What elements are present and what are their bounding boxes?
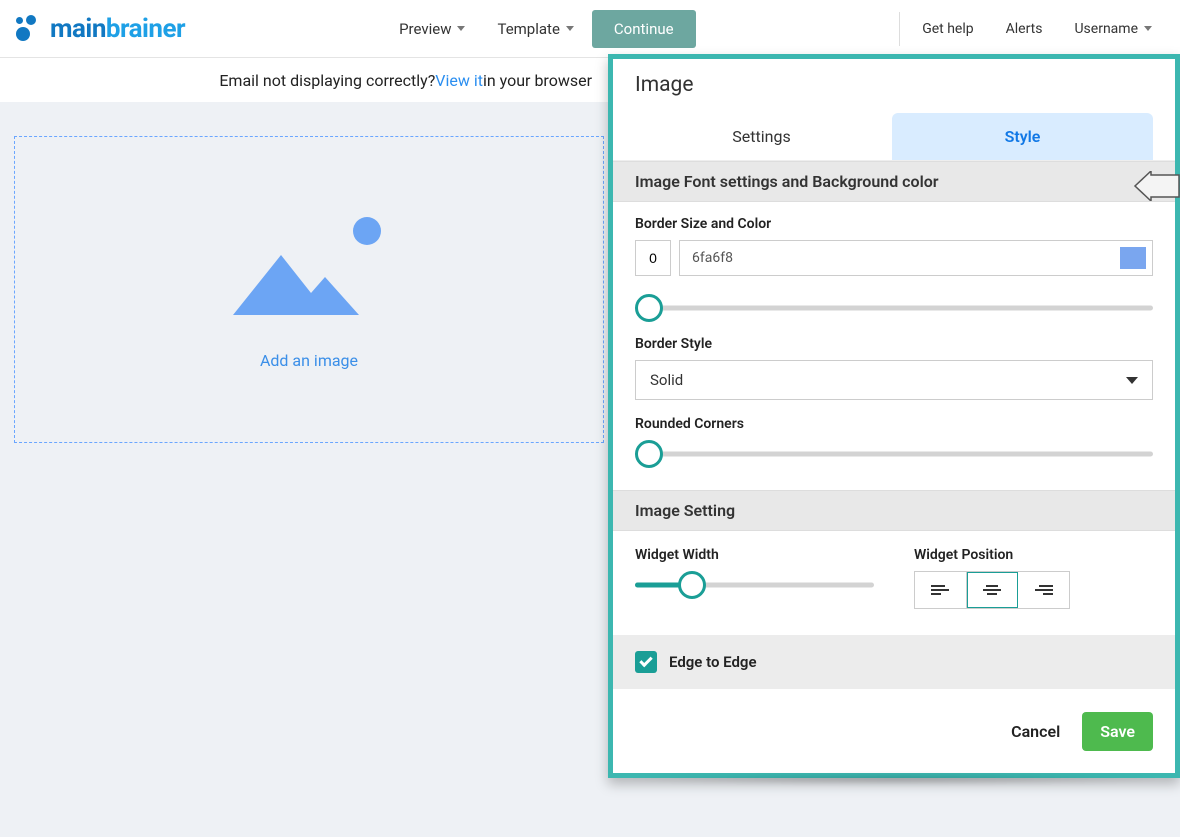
- tab-settings[interactable]: Settings: [631, 113, 892, 160]
- nav-preview-label: Preview: [399, 20, 451, 38]
- color-swatch: [1120, 247, 1146, 269]
- nav-help[interactable]: Get help: [906, 13, 989, 45]
- nav-template-label: Template: [497, 20, 559, 38]
- check-icon: [639, 654, 652, 667]
- border-color-hex: 6fa6f8: [692, 250, 733, 266]
- continue-label: Continue: [614, 20, 674, 38]
- nav-alerts-label: Alerts: [1006, 21, 1043, 37]
- border-size-color-label: Border Size and Color: [635, 216, 1153, 232]
- callout-arrow-icon: [1133, 171, 1180, 201]
- panel-footer: Cancel Save: [613, 690, 1175, 773]
- save-button[interactable]: Save: [1082, 712, 1153, 751]
- edge-to-edge-row: Edge to Edge: [613, 635, 1175, 689]
- caret-icon: [1144, 26, 1152, 31]
- chevron-down-icon: [1126, 377, 1138, 384]
- align-right-icon: [1035, 585, 1053, 595]
- add-image-label: Add an image: [260, 351, 358, 370]
- image-placeholder-icon: [229, 209, 389, 319]
- section-image-setting-header: Image Setting: [613, 490, 1175, 531]
- nav-username[interactable]: Username: [1058, 13, 1168, 45]
- border-size-slider[interactable]: [635, 294, 1153, 322]
- slider-thumb[interactable]: [678, 571, 706, 599]
- continue-button[interactable]: Continue: [592, 10, 696, 48]
- widget-width-label: Widget Width: [635, 547, 874, 563]
- cancel-button[interactable]: Cancel: [1011, 722, 1060, 741]
- border-color-input[interactable]: 6fa6f8: [679, 240, 1153, 276]
- border-size-color-row: 6fa6f8: [635, 240, 1153, 276]
- view-it-link[interactable]: View it: [435, 71, 483, 90]
- nav-template[interactable]: Template: [483, 12, 587, 46]
- border-style-value: Solid: [650, 371, 683, 389]
- nav-alerts[interactable]: Alerts: [990, 13, 1059, 45]
- section-font-bg-header: Image Font settings and Background color: [613, 161, 1175, 202]
- border-style-label: Border Style: [635, 336, 1153, 352]
- nav-preview[interactable]: Preview: [385, 12, 479, 46]
- caret-icon: [566, 26, 574, 31]
- slider-thumb[interactable]: [635, 440, 663, 468]
- slider-thumb[interactable]: [635, 294, 663, 322]
- caret-icon: [457, 26, 465, 31]
- top-bar: mainbrainer Preview Template Continue Ge…: [0, 0, 1180, 58]
- panel-tabs: Settings Style: [613, 105, 1175, 161]
- tab-style[interactable]: Style: [892, 113, 1153, 160]
- section-font-bg-body: Border Size and Color 6fa6f8 Border Styl…: [613, 202, 1175, 490]
- nav-username-label: Username: [1074, 21, 1138, 37]
- image-drop-zone[interactable]: Add an image: [14, 136, 604, 443]
- nav-center: Preview Template Continue: [385, 10, 696, 48]
- panel-title: Image: [613, 59, 1175, 105]
- rounded-corners-slider[interactable]: [635, 440, 1153, 468]
- notice-prefix: Email not displaying correctly?: [219, 71, 435, 90]
- image-setting-body: Widget Width Widget Position: [613, 531, 1175, 635]
- image-style-panel: Image Settings Style Image Font settings…: [608, 54, 1180, 778]
- edge-to-edge-checkbox[interactable]: [635, 651, 657, 673]
- logo: mainbrainer: [12, 13, 185, 45]
- widget-position-label: Widget Position: [914, 547, 1153, 563]
- align-left-icon: [931, 585, 949, 595]
- notice-suffix: in your browser: [483, 71, 592, 90]
- nav-right: Get help Alerts Username: [893, 0, 1168, 57]
- widget-width-slider[interactable]: [635, 571, 874, 599]
- border-size-input[interactable]: [635, 240, 671, 276]
- align-center-button[interactable]: [967, 572, 1019, 608]
- edge-to-edge-label: Edge to Edge: [669, 653, 757, 671]
- nav-help-label: Get help: [922, 21, 973, 37]
- align-center-icon: [983, 585, 1001, 595]
- widget-position-group: [914, 571, 1070, 609]
- rounded-corners-label: Rounded Corners: [635, 416, 1153, 432]
- border-style-select[interactable]: Solid: [635, 360, 1153, 400]
- logo-icon: [12, 13, 44, 45]
- align-left-button[interactable]: [915, 572, 967, 608]
- align-right-button[interactable]: [1018, 572, 1069, 608]
- logo-text: mainbrainer: [50, 14, 185, 44]
- divider: [899, 12, 900, 46]
